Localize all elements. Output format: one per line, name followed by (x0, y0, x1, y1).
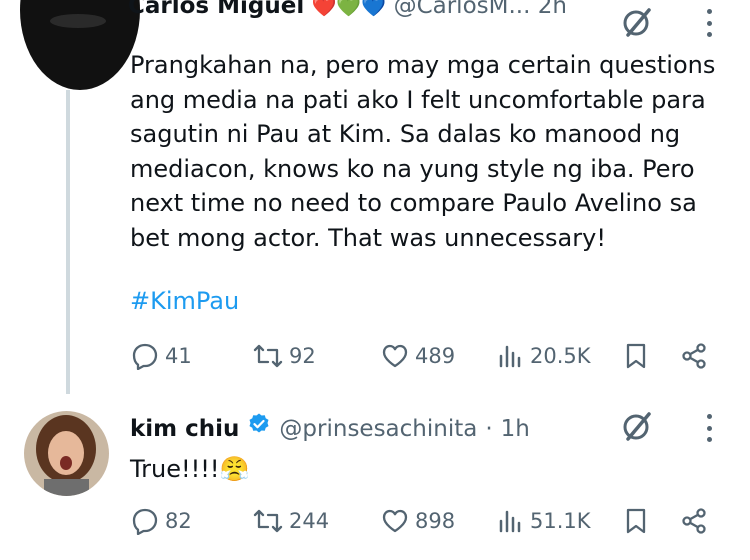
grok-icon[interactable] (620, 6, 654, 40)
tweet-text-kim: True!!!!😤 (130, 455, 250, 483)
grok-icon[interactable] (620, 410, 654, 444)
like-icon (382, 344, 408, 368)
repost-count: 244 (289, 509, 330, 533)
like-button[interactable]: 489 (381, 342, 455, 370)
display-name-kim[interactable]: kim chiu (130, 411, 239, 447)
tweet-text-carlos: Prangkahan na, pero may mga certain ques… (130, 51, 716, 252)
tweet-header-carlos: Carlos Miguel ❤️💚💙 @CarlosM... 2h (128, 0, 567, 26)
more-icon[interactable] (705, 9, 713, 37)
bookmark-button[interactable] (622, 342, 650, 370)
hashtag-link[interactable]: #KimPau (130, 287, 239, 315)
handle-carlos[interactable]: @CarlosM... (394, 0, 531, 19)
like-icon (382, 509, 408, 533)
share-icon (682, 343, 706, 369)
reply-icon (132, 343, 158, 370)
avatar-kim-chiu[interactable] (24, 411, 109, 496)
timestamp-kim[interactable]: 1h (501, 411, 530, 447)
like-count: 898 (415, 509, 456, 533)
bookmark-icon (626, 343, 646, 369)
repost-icon (253, 344, 283, 368)
reply-icon (132, 508, 158, 535)
bookmark-icon (626, 508, 646, 534)
more-icon[interactable] (705, 414, 713, 442)
header-separator: · (485, 416, 493, 442)
reply-button[interactable]: 82 (131, 507, 192, 535)
like-button[interactable]: 898 (381, 507, 455, 535)
views-count: 51.1K (530, 509, 591, 533)
repost-icon (253, 509, 283, 533)
like-count: 489 (415, 344, 456, 368)
handle-kim[interactable]: @prinsesachinita (279, 411, 477, 447)
verified-badge-icon (247, 411, 271, 447)
repost-button[interactable]: 92 (253, 342, 316, 370)
reply-button[interactable]: 41 (131, 342, 192, 370)
tweet-header-kim: kim chiu @prinsesachinita · 1h (130, 411, 530, 447)
name-emoji-hearts: ❤️💚💙 (311, 0, 387, 18)
display-name-carlos[interactable]: Carlos Miguel (128, 0, 304, 19)
bookmark-button[interactable] (622, 507, 650, 535)
thread-connector-line (66, 90, 70, 394)
views-icon (499, 345, 521, 368)
views-button[interactable]: 20.5K (496, 342, 591, 370)
repost-button[interactable]: 244 (253, 507, 329, 535)
share-button[interactable] (680, 342, 708, 370)
share-icon (682, 508, 706, 534)
reply-count: 82 (165, 509, 192, 533)
views-button[interactable]: 51.1K (496, 507, 591, 535)
avatar-carlos[interactable] (20, 0, 140, 90)
reply-count: 41 (165, 344, 192, 368)
share-button[interactable] (680, 507, 708, 535)
views-icon (499, 510, 521, 533)
timestamp-carlos[interactable]: 2h (538, 0, 567, 19)
views-count: 20.5K (530, 344, 591, 368)
repost-count: 92 (289, 344, 316, 368)
